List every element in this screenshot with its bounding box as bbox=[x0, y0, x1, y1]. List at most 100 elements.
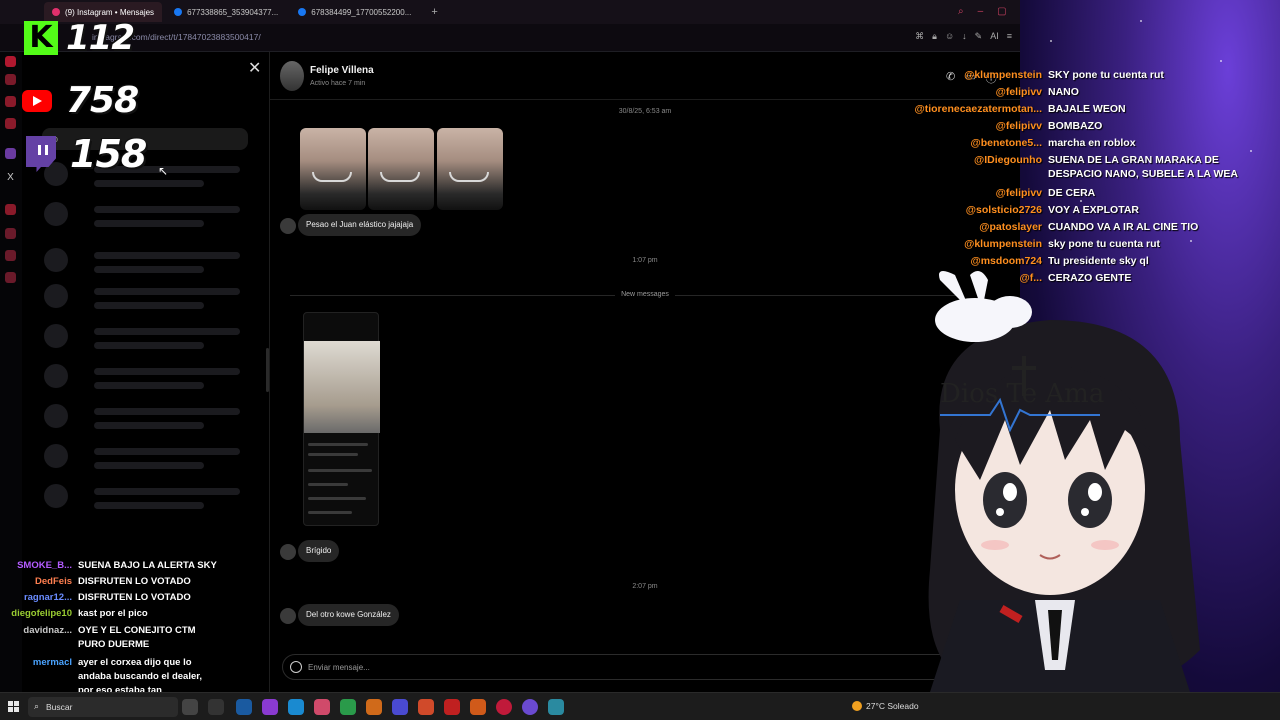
chat-username: @klumpenstein bbox=[964, 238, 1042, 250]
message-input[interactable]: Enviar mensaje... bbox=[308, 663, 370, 672]
vscode-icon[interactable] bbox=[236, 699, 252, 715]
x-icon[interactable]: X bbox=[5, 172, 16, 183]
chat-username: diegofelipe10 bbox=[11, 608, 72, 619]
profile-icon[interactable]: ☺ bbox=[945, 31, 954, 42]
chat-username: @msdoom724 bbox=[970, 255, 1042, 267]
list-item[interactable] bbox=[44, 484, 244, 512]
photo-attachment[interactable] bbox=[300, 128, 366, 210]
list-item[interactable] bbox=[44, 284, 244, 312]
tab-facebook-1[interactable]: 677338865_353904377... bbox=[166, 2, 286, 22]
chat-text: SUENA DE LA GRAN MARAKA DE DESPACIO NANO… bbox=[1048, 154, 1238, 180]
list-item[interactable] bbox=[44, 248, 244, 276]
list-item[interactable] bbox=[44, 364, 244, 392]
scrollbar[interactable] bbox=[266, 348, 269, 392]
app-icon[interactable] bbox=[314, 699, 330, 715]
photo-attachment[interactable] bbox=[437, 128, 503, 210]
list-item[interactable] bbox=[44, 202, 244, 230]
chat-username: SMOKE_B... bbox=[17, 560, 72, 571]
app-icon[interactable] bbox=[444, 699, 460, 715]
photo-attachment[interactable] bbox=[368, 128, 434, 210]
history-icon[interactable] bbox=[5, 228, 16, 239]
chat-text: NANO bbox=[1048, 86, 1079, 98]
whatsapp-icon[interactable] bbox=[5, 96, 16, 107]
youtube-count: 758 bbox=[66, 80, 139, 121]
twitch-count: 158 bbox=[70, 132, 147, 176]
chat-text: OYE Y EL CONEJITO CTM PURO DUERME bbox=[78, 625, 196, 650]
browser-tab-bar: (9) Instagram • Mensajes 677338865_35390… bbox=[0, 0, 1029, 24]
pen-icon[interactable]: ✎ bbox=[975, 31, 983, 42]
app-icon[interactable] bbox=[392, 699, 408, 715]
app-icon[interactable] bbox=[548, 699, 564, 715]
message-bubble[interactable]: Pesao el Juan elástico jajajaja bbox=[298, 214, 422, 236]
chat-message: ragnar12... DISFRUTEN LO VOTADO bbox=[4, 591, 218, 605]
ai-button[interactable]: AI bbox=[990, 31, 999, 42]
app-icon[interactable] bbox=[262, 699, 278, 715]
chat-username: @benetone5... bbox=[970, 137, 1042, 149]
instagram-icon[interactable] bbox=[5, 118, 16, 129]
twitch-counter: 158 bbox=[26, 132, 147, 176]
chat-message: @klumpenstein sky pone tu cuenta rut bbox=[880, 237, 1248, 251]
twitch-icon[interactable] bbox=[5, 148, 16, 159]
chat-text: SUENA BAJO LA ALERTA SKY bbox=[78, 560, 217, 571]
chat-message: @felipivv NANO bbox=[880, 85, 1248, 99]
chat-message: diegofelipe10 kast por el pico bbox=[4, 607, 218, 621]
chat-message: @IDiegounho SUENA DE LA GRAN MARAKA DE DE… bbox=[880, 153, 1248, 181]
taskbar: Buscar ⌕ 27°C Soleado bbox=[0, 692, 1280, 720]
chat-text: DISFRUTEN LO VOTADO bbox=[78, 576, 191, 587]
list-item[interactable] bbox=[44, 324, 244, 352]
bookmark-icon[interactable] bbox=[5, 250, 16, 261]
kick-counter: K 112 bbox=[24, 18, 135, 58]
list-item[interactable] bbox=[44, 444, 244, 472]
chat-message: davidnaz... OYE Y EL CONEJITO CTM PURO DU… bbox=[4, 624, 218, 652]
firefox-icon[interactable] bbox=[366, 699, 382, 715]
edge-icon[interactable] bbox=[288, 699, 304, 715]
close-icon[interactable]: ✕ bbox=[248, 58, 261, 78]
settings-icon[interactable] bbox=[5, 272, 16, 283]
lock-icon[interactable]: 🔒︎ bbox=[932, 31, 937, 42]
chat-text: VOY A EXPLOTAR bbox=[1048, 204, 1140, 216]
chat-message: @felipivv BOMBAZO bbox=[880, 119, 1248, 133]
weather-widget[interactable]: 27°C Soleado bbox=[852, 701, 919, 711]
taskbar-search[interactable]: Buscar bbox=[28, 697, 178, 717]
minimize-icon[interactable]: – bbox=[978, 6, 984, 17]
app-icon[interactable] bbox=[340, 699, 356, 715]
sender-avatar bbox=[280, 608, 296, 624]
messenger-icon[interactable] bbox=[5, 74, 16, 85]
wallet-icon[interactable] bbox=[5, 204, 16, 215]
list-item[interactable] bbox=[44, 404, 244, 432]
message-bubble[interactable]: Del otro kowe González bbox=[298, 604, 399, 626]
new-tab-button[interactable]: + bbox=[423, 2, 445, 22]
chat-username: @patoslayer bbox=[979, 221, 1042, 233]
file-icon[interactable] bbox=[208, 699, 224, 715]
chat-username: @tiorenecaezatermotan... bbox=[914, 103, 1042, 115]
tab-label: (9) Instagram • Mensajes bbox=[65, 7, 155, 17]
opera-icon[interactable] bbox=[496, 699, 512, 715]
message-bubble[interactable]: Brígido bbox=[298, 540, 340, 562]
opera-icon[interactable] bbox=[5, 56, 16, 67]
facebook-icon bbox=[298, 8, 307, 16]
chat-text: marcha en roblox bbox=[1048, 137, 1136, 149]
tab-facebook-2[interactable]: 678384499_17700552200... bbox=[290, 2, 419, 22]
maximize-icon[interactable]: ▢ bbox=[997, 6, 1006, 17]
extension-icon[interactable]: ⌘ bbox=[915, 31, 924, 42]
chat-message: @solsticio2726 VOY A EXPLOTAR bbox=[880, 203, 1248, 217]
contact-name[interactable]: Felipe Villena bbox=[310, 65, 374, 76]
emoji-icon[interactable] bbox=[290, 661, 302, 673]
screenshot-attachment[interactable] bbox=[303, 312, 380, 526]
chat-text: kast por el pico bbox=[78, 608, 148, 619]
chat-username: @solsticio2726 bbox=[965, 204, 1042, 216]
download-icon[interactable]: ↓ bbox=[962, 31, 967, 42]
chat-text: DISFRUTEN LO VOTADO bbox=[78, 592, 191, 603]
menu-icon[interactable]: ≡ bbox=[1007, 31, 1012, 42]
app-icon[interactable] bbox=[470, 699, 486, 715]
obs-icon[interactable] bbox=[522, 699, 538, 715]
search-icon[interactable]: ⌕ bbox=[958, 6, 964, 17]
chat-text: DE CERA bbox=[1048, 187, 1096, 199]
twitch-icon bbox=[26, 136, 56, 172]
chrome-icon[interactable] bbox=[418, 699, 434, 715]
taskview-icon[interactable] bbox=[182, 699, 198, 715]
avatar[interactable] bbox=[280, 61, 304, 91]
windows-start-icon[interactable] bbox=[8, 701, 20, 713]
chat-username: DedFeis bbox=[35, 576, 72, 587]
search-icon: ⌕ bbox=[34, 701, 40, 711]
